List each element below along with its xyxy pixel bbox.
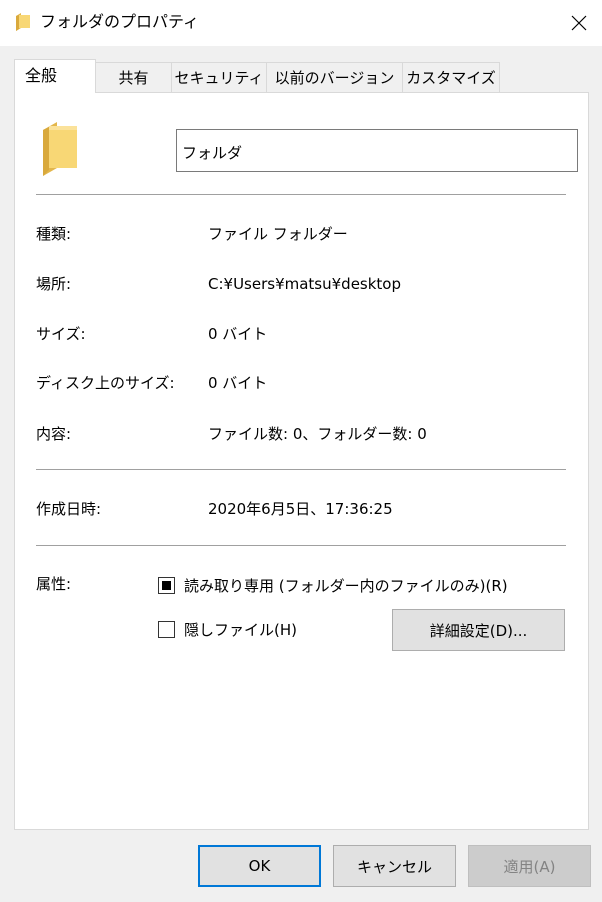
tab-customize[interactable]: カスタマイズ — [402, 62, 500, 92]
type-value: ファイル フォルダー — [208, 225, 348, 243]
readonly-label[interactable]: 読み取り専用 (フォルダー内のファイルのみ)(R) — [184, 576, 508, 596]
general-panel — [14, 92, 589, 830]
window-title: フォルダのプロパティ — [40, 12, 200, 31]
folder-icon — [16, 13, 30, 31]
advanced-button[interactable]: 詳細設定(D)... — [392, 609, 565, 651]
created-value: 2020年6月5日、17:36:25 — [208, 500, 393, 518]
type-label: 種類: — [36, 225, 72, 243]
close-icon — [571, 15, 587, 31]
contents-label: 内容: — [36, 425, 72, 443]
divider — [36, 194, 566, 195]
apply-button: 適用(A) — [468, 845, 591, 887]
location-label: 場所: — [36, 275, 72, 293]
folder-name-input[interactable] — [176, 129, 578, 172]
hidden-label[interactable]: 隠しファイル(H) — [184, 620, 297, 640]
disk-size-label: ディスク上のサイズ: — [36, 374, 175, 392]
tab-sharing[interactable]: 共有 — [95, 62, 172, 92]
cancel-button[interactable]: キャンセル — [333, 845, 456, 887]
hidden-checkbox[interactable] — [158, 621, 175, 638]
created-label: 作成日時: — [36, 500, 102, 518]
size-value: 0 バイト — [208, 325, 268, 343]
tab-security[interactable]: セキュリティ — [171, 62, 267, 92]
tab-general[interactable]: 全般 — [14, 59, 96, 93]
close-button[interactable] — [556, 0, 602, 46]
attributes-label: 属性: — [36, 575, 72, 593]
contents-value: ファイル数: 0、フォルダー数: 0 — [208, 425, 427, 443]
tab-previous-versions[interactable]: 以前のバージョン — [266, 62, 403, 92]
location-value: C:¥Users¥matsu¥desktop — [208, 275, 402, 293]
title-bar: フォルダのプロパティ — [0, 0, 602, 46]
readonly-checkbox[interactable] — [158, 577, 175, 594]
size-label: サイズ: — [36, 325, 86, 343]
disk-size-value: 0 バイト — [208, 374, 268, 392]
folder-icon — [43, 122, 77, 176]
ok-button[interactable]: OK — [198, 845, 321, 887]
divider — [36, 469, 566, 470]
divider — [36, 545, 566, 546]
